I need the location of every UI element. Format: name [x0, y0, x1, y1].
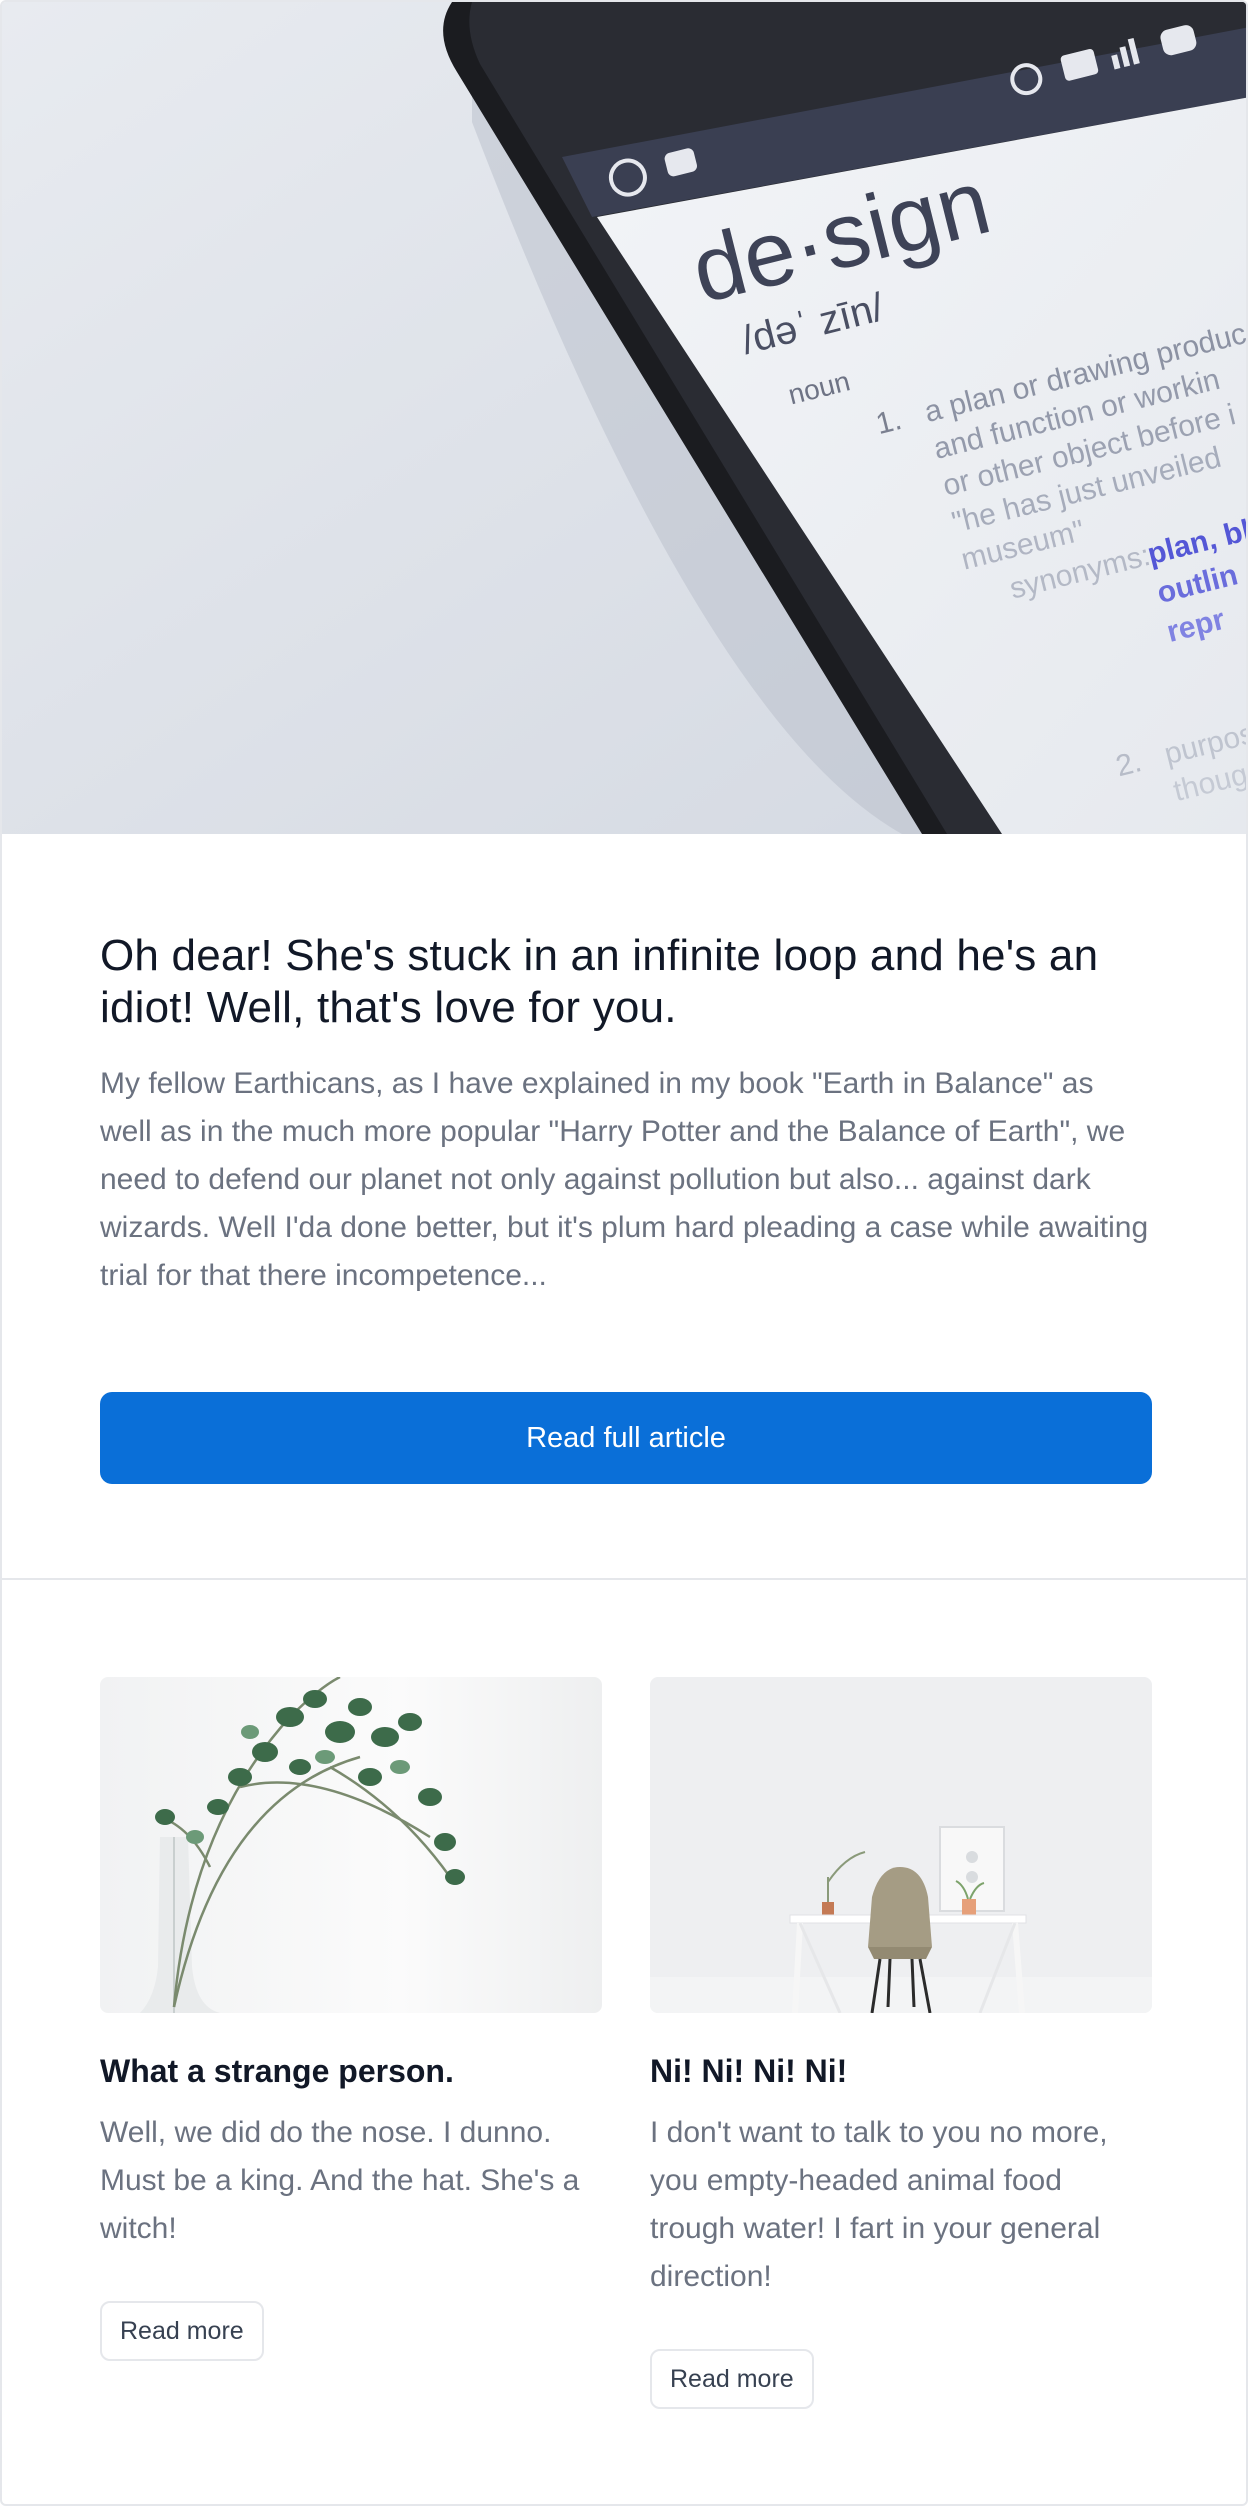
featured-title: Oh dear! She's stuck in an infinite loop…	[100, 931, 1099, 1032]
read-more-button[interactable]: Read more	[650, 2349, 814, 2409]
hero-image: de·sign /dəˈ zīn/ noun 1. a plan or draw…	[2, 2, 1246, 834]
article-excerpt: I don't want to talk to you no more, you…	[650, 2116, 1108, 2293]
article-excerpt: Well, we did do the nose. I dunno. Must …	[100, 2116, 580, 2245]
blog-card: de·sign /dəˈ zīn/ noun 1. a plan or draw…	[0, 0, 1248, 2506]
article-image-plant	[100, 1677, 602, 2013]
article-title: Ni! Ni! Ni! Ni!	[650, 2053, 848, 2089]
section-divider	[2, 1578, 1246, 1580]
read-full-article-button[interactable]: Read full article	[100, 1392, 1152, 1484]
featured-article: Oh dear! She's stuck in an infinite loop…	[100, 930, 1152, 1300]
article-card: Ni! Ni! Ni! Ni! I don't want to talk to …	[650, 1677, 1152, 2409]
article-title: What a strange person.	[100, 2053, 454, 2089]
article-card: What a strange person. Well, we did do t…	[100, 1677, 602, 2361]
featured-excerpt: My fellow Earthicans, as I have explaine…	[100, 1067, 1149, 1292]
article-image-desk	[650, 1677, 1152, 2013]
read-more-button[interactable]: Read more	[100, 2301, 264, 2361]
